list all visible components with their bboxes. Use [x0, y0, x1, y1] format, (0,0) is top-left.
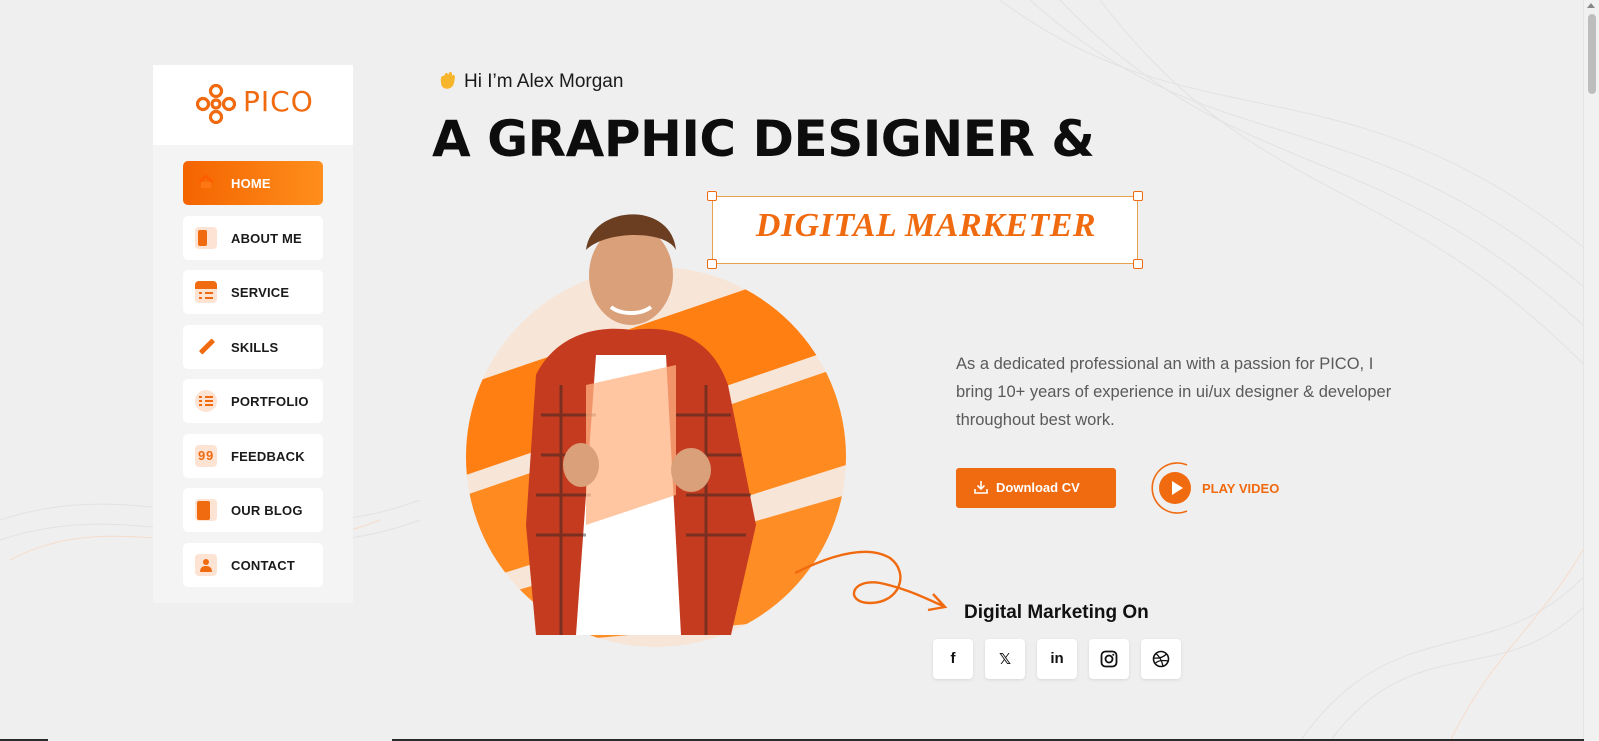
download-cv-button[interactable]: Download CV — [956, 468, 1116, 508]
greeting: Hi I’m Alex Morgan — [436, 69, 623, 93]
home-icon — [195, 172, 217, 194]
page-scrollbar[interactable] — [1583, 0, 1599, 741]
profile-icon — [195, 226, 217, 249]
nav-item-feedback[interactable]: 99 FEEDBACK — [183, 433, 323, 478]
nav-item-contact[interactable]: CONTACT — [183, 542, 323, 587]
nav-label-home: HOME — [231, 176, 271, 191]
sidebar: PICO HOME ABOUT ME SERVICE SKILLS PORTFO… — [153, 65, 353, 603]
role-highlight-box: DIGITAL MARKETER — [707, 191, 1143, 269]
nav-item-service[interactable]: SERVICE — [183, 270, 323, 314]
scroll-up-arrow-icon[interactable] — [1587, 3, 1595, 8]
logo[interactable]: PICO — [153, 65, 353, 145]
instagram-link[interactable] — [1089, 639, 1129, 679]
nav-item-about-me[interactable]: ABOUT ME — [183, 215, 323, 260]
portfolio-list-icon — [195, 390, 217, 412]
play-video-button[interactable]: PLAY VIDEO — [1147, 459, 1287, 519]
resize-handle-icon — [707, 191, 717, 201]
instagram-icon — [1100, 650, 1118, 668]
x-twitter-link[interactable]: 𝕏 — [985, 639, 1025, 679]
facebook-icon: f — [950, 650, 956, 667]
play-video-label: PLAY VIDEO — [1202, 481, 1280, 496]
linkedin-link[interactable]: in — [1037, 639, 1077, 679]
headline: A GRAPHIC DESIGNER & — [432, 110, 1095, 168]
x-twitter-icon: 𝕏 — [998, 651, 1012, 668]
service-list-icon — [195, 281, 217, 303]
scrollbar-thumb[interactable] — [1588, 14, 1596, 94]
quote-icon: 99 — [195, 444, 217, 467]
curly-arrow-icon — [795, 550, 948, 612]
nav-item-portfolio[interactable]: PORTFOLIO — [183, 379, 323, 423]
resize-handle-icon — [707, 259, 717, 269]
nav-label-skills: SKILLS — [231, 339, 279, 355]
resize-handle-icon — [1133, 191, 1143, 201]
brand-name: PICO — [243, 85, 314, 118]
nav-label-service: SERVICE — [231, 285, 290, 300]
facebook-link[interactable]: f — [933, 639, 973, 679]
download-icon — [974, 481, 988, 494]
greeting-text: Hi I’m Alex Morgan — [464, 71, 624, 92]
play-triangle-icon — [1172, 481, 1183, 495]
download-cv-label: Download CV — [996, 480, 1080, 495]
resize-handle-icon — [1133, 259, 1143, 269]
waving-hand-icon — [440, 71, 455, 89]
nav-label-portfolio: PORTFOLIO — [231, 394, 309, 409]
pico-logo-icon — [195, 83, 237, 125]
role-text: DIGITAL MARKETER — [755, 207, 1097, 244]
contact-person-icon — [195, 553, 217, 576]
nav-label-our-blog: OUR BLOG — [231, 503, 303, 518]
main-nav: HOME ABOUT ME SERVICE SKILLS PORTFOLIO 9… — [183, 161, 323, 597]
dribbble-icon — [1152, 650, 1170, 668]
nav-label-contact: CONTACT — [231, 557, 295, 573]
blog-icon — [195, 499, 217, 521]
dribbble-link[interactable] — [1141, 639, 1181, 679]
nav-label-about-me: ABOUT ME — [231, 230, 302, 246]
nav-item-our-blog[interactable]: OUR BLOG — [183, 488, 323, 532]
nav-item-skills[interactable]: SKILLS — [183, 324, 323, 369]
linkedin-icon: in — [1050, 650, 1064, 667]
pen-icon — [195, 336, 217, 358]
nav-label-feedback: FEEDBACK — [231, 448, 305, 464]
nav-item-home[interactable]: HOME — [183, 161, 323, 205]
social-title: Digital Marketing On — [964, 602, 1149, 623]
hero-description: As a dedicated professional an with a pa… — [956, 355, 1392, 429]
